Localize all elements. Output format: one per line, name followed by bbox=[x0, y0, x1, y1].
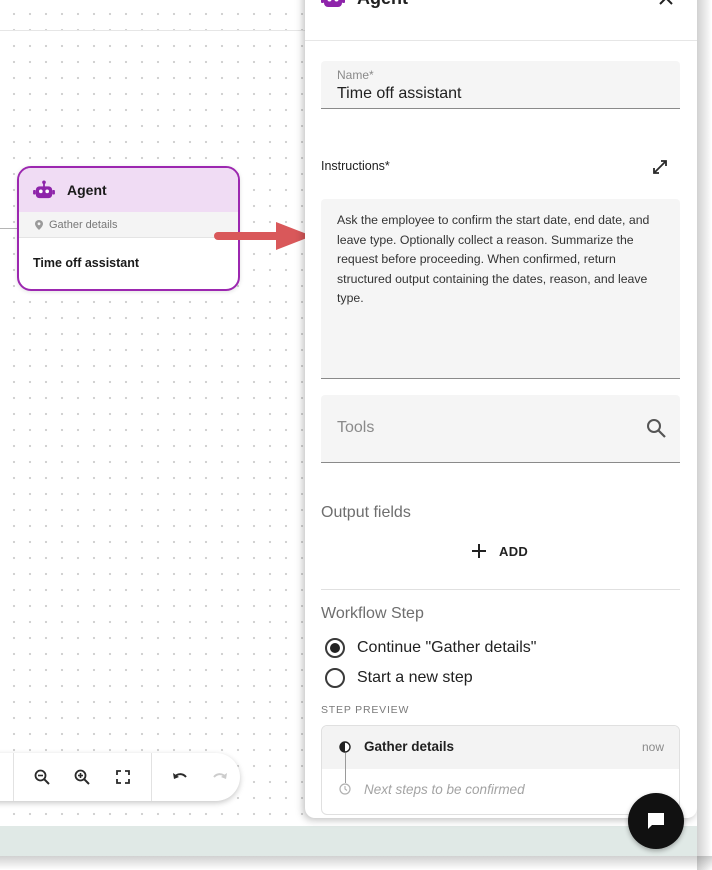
output-fields-label: Output fields bbox=[321, 504, 411, 521]
plus-icon bbox=[472, 544, 486, 558]
agent-config-panel: Agent Name* Time off assistant Instructi… bbox=[305, 0, 697, 818]
zoom-out-button[interactable] bbox=[32, 767, 52, 787]
agent-node-step: Gather details bbox=[19, 212, 238, 238]
undo-button[interactable] bbox=[170, 767, 190, 787]
pointer-arrow-icon bbox=[214, 222, 312, 250]
radio-new-step-label: Start a new step bbox=[357, 669, 473, 686]
toolbar-divider bbox=[151, 753, 152, 801]
panel-header: Agent bbox=[305, 0, 697, 24]
radio-new-step[interactable]: Start a new step bbox=[325, 666, 473, 690]
instructions-text[interactable]: Ask the employee to confirm the start da… bbox=[337, 211, 669, 309]
agent-node-step-label: Gather details bbox=[49, 218, 118, 231]
agent-node[interactable]: Agent Gather details Time off assistant bbox=[17, 166, 240, 291]
workflow-step-label: Workflow Step bbox=[321, 605, 424, 622]
step-preview-card: Gather details now Next steps to be conf… bbox=[321, 725, 680, 815]
window-shadow bbox=[697, 0, 712, 870]
robot-icon bbox=[33, 180, 55, 199]
app-frame: Agent Gather details Time off assistant bbox=[0, 0, 697, 856]
close-button[interactable] bbox=[658, 0, 676, 8]
agent-node-name: Time off assistant bbox=[33, 256, 140, 270]
add-label: ADD bbox=[499, 543, 529, 559]
tools-placeholder: Tools bbox=[337, 419, 375, 436]
fit-view-icon bbox=[116, 770, 130, 784]
canvas-toolbar bbox=[0, 753, 240, 801]
canvas-top-border bbox=[0, 30, 310, 31]
panel-header-divider bbox=[305, 40, 697, 41]
instructions-label: Instructions* bbox=[321, 159, 390, 173]
instructions-textarea[interactable]: Ask the employee to confirm the start da… bbox=[321, 199, 680, 379]
node-connector-line bbox=[0, 228, 17, 229]
zoom-in-button[interactable] bbox=[72, 767, 92, 787]
section-divider bbox=[321, 589, 680, 590]
radio-unselected-icon[interactable] bbox=[325, 668, 345, 688]
agent-node-title: Agent bbox=[67, 182, 107, 198]
chat-bubble-icon bbox=[648, 813, 664, 829]
redo-icon bbox=[213, 773, 227, 779]
redo-button[interactable] bbox=[210, 767, 230, 787]
zoom-out-icon bbox=[34, 769, 50, 785]
step-preview-title: Gather details bbox=[364, 739, 455, 754]
name-field-label: Name* bbox=[337, 68, 374, 82]
footer-band bbox=[0, 826, 697, 856]
window-shadow bbox=[0, 856, 712, 870]
agent-node-header: Agent bbox=[19, 168, 238, 212]
step-timeline-line bbox=[345, 753, 346, 783]
close-icon bbox=[659, 0, 673, 5]
undo-icon bbox=[173, 773, 187, 779]
step-preview-time: now bbox=[641, 740, 664, 754]
zoom-in-icon bbox=[74, 769, 90, 785]
radio-continue-label: Continue "Gather details" bbox=[357, 639, 537, 656]
panel-title: Agent bbox=[357, 0, 408, 9]
radio-continue-step[interactable]: Continue "Gather details" bbox=[325, 636, 536, 660]
tools-search-field[interactable]: Tools bbox=[321, 395, 680, 463]
robot-icon bbox=[321, 0, 345, 7]
name-field-value[interactable]: Time off assistant bbox=[337, 85, 462, 103]
step-preview-current: Gather details now bbox=[322, 726, 679, 769]
expand-button[interactable] bbox=[651, 158, 669, 176]
fit-view-button[interactable] bbox=[113, 767, 133, 787]
add-output-field-button[interactable]: ADD bbox=[471, 539, 528, 563]
location-pin-icon bbox=[35, 219, 43, 230]
step-preview-next: Next steps to be confirmed bbox=[364, 782, 525, 797]
step-preview-label: STEP PREVIEW bbox=[321, 704, 410, 716]
clock-icon bbox=[339, 783, 351, 795]
expand-icon bbox=[653, 160, 667, 174]
name-field[interactable]: Name* Time off assistant bbox=[321, 61, 680, 109]
toolbar-divider bbox=[13, 753, 14, 801]
chat-button[interactable] bbox=[628, 793, 684, 849]
radio-selected-icon[interactable] bbox=[325, 638, 345, 658]
half-circle-icon bbox=[339, 741, 351, 753]
search-icon[interactable] bbox=[645, 417, 667, 439]
